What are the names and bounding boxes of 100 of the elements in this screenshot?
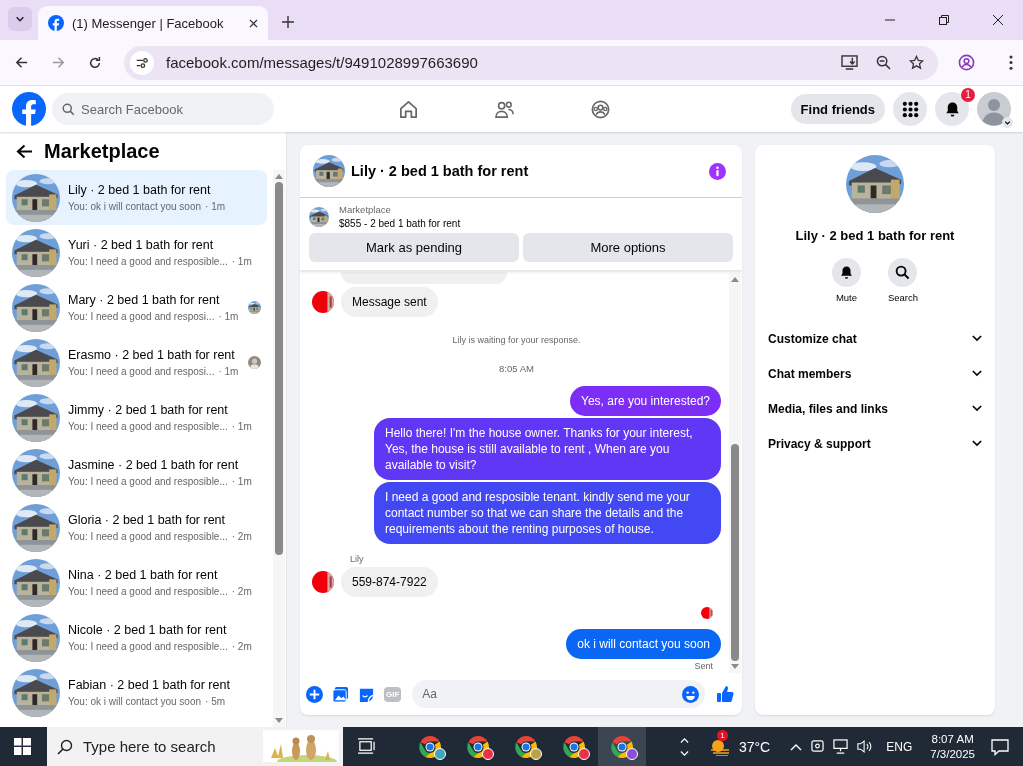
section-row[interactable]: Media, files and links: [755, 391, 995, 426]
message-bubble: ok i will contact you soon: [566, 629, 721, 659]
section-row[interactable]: Privacy & support: [755, 426, 995, 461]
chat-item[interactable]: Fabian · 2 bed 1 bath for rent You: ok i will contact you soon · 5m: [6, 665, 267, 720]
chat-time: · 2m: [231, 586, 252, 597]
account-button[interactable]: [977, 92, 1011, 126]
star-icon[interactable]: [909, 55, 924, 70]
message-bubble: Yes, are you interested?: [570, 386, 721, 416]
back-icon[interactable]: [14, 55, 29, 70]
chat-name: Jimmy · 2 bed 1 bath for rent: [68, 403, 229, 417]
chat-item[interactable]: Jasmine · 2 bed 1 bath for rent You: I need a good and resposible... · 1m: [6, 445, 267, 500]
info-icon[interactable]: [709, 162, 726, 180]
chat-preview: You: ok i will contact you soon: [68, 201, 202, 212]
install-app-icon[interactable]: [841, 55, 858, 70]
clock[interactable]: 8:07 AM 7/3/2025: [930, 731, 975, 762]
scroll-bar[interactable]: [273, 170, 285, 727]
close-icon[interactable]: [993, 15, 1003, 25]
message-bubble: I need a good and resposible tenant. kindly send me your contact number so that we can share the details and the requirements about the renting purposes of house.: [374, 482, 721, 544]
chat-notice: Lily is waiting for your response.: [452, 335, 581, 345]
chat-name: Gloria · 2 bed 1 bath for rent: [68, 513, 227, 527]
menu-button[interactable]: [893, 92, 927, 126]
message-status: Sent: [694, 661, 713, 671]
restore-icon[interactable]: [939, 15, 949, 25]
zoom-out-icon[interactable]: [876, 55, 891, 70]
find-friends-button[interactable]: Find friends: [790, 94, 885, 124]
search-icon: [57, 739, 73, 755]
task-view-icon[interactable]: [357, 738, 376, 755]
message-bubble: Hello there! I'm the house owner. Thanks for your interest, Yes, the house is still available to rent , When are you available to visit?: [374, 418, 721, 480]
emoji-icon[interactable]: [682, 686, 699, 703]
mute-button[interactable]: [831, 258, 861, 287]
scroll-down-icon: [275, 718, 283, 723]
message-bubble: Message sent: [341, 287, 438, 317]
chat-name: Mary · 2 bed 1 bath for rent: [68, 293, 221, 307]
chat-preview: You: I need a good and resposi...: [68, 366, 215, 377]
facebook-logo-icon[interactable]: [12, 92, 46, 126]
notifications-button[interactable]: [935, 92, 969, 126]
profile-icon[interactable]: [958, 54, 975, 71]
site-settings-icon[interactable]: [130, 50, 154, 75]
camera-icon[interactable]: [811, 739, 825, 754]
chat-item[interactable]: Lily · 2 bed 1 bath for rent You: ok i will contact you soon · 1m: [6, 170, 267, 225]
chat-preview: You: I need a good and resposi...: [68, 311, 215, 322]
home-icon[interactable]: [398, 98, 419, 120]
tab-search-button[interactable]: [8, 7, 32, 31]
chat-time: · 1m: [231, 256, 252, 267]
chat-name: Jasmine · 2 bed 1 bath for rent: [68, 458, 240, 472]
bell-icon: [838, 265, 854, 280]
search-field[interactable]: Search Facebook: [52, 93, 274, 125]
chat-preview: You: I need a good and resposible...: [68, 586, 228, 597]
language-indicator[interactable]: ENG: [886, 739, 913, 754]
section-row[interactable]: Chat members: [755, 356, 995, 391]
chat-time: · 2m: [231, 531, 252, 542]
taskbar-search-field[interactable]: Type here to search: [47, 727, 263, 766]
chevron-up-icon[interactable]: [790, 742, 803, 751]
reload-icon[interactable]: [88, 55, 102, 70]
chat-time: · 2m: [231, 641, 252, 652]
network-icon[interactable]: [833, 739, 849, 754]
chat-preview: You: I need a good and resposible...: [68, 256, 228, 267]
action-label: Mute: [835, 292, 857, 303]
search-icon: [62, 103, 75, 116]
back-arrow-icon[interactable]: [16, 143, 33, 159]
groups-icon[interactable]: [590, 98, 611, 120]
speaker-icon[interactable]: [857, 739, 874, 754]
photo-icon[interactable]: [332, 685, 349, 703]
listing-source: Marketplace: [339, 204, 392, 215]
chat-time: · 1m: [231, 421, 252, 432]
forward-icon[interactable]: [51, 55, 66, 70]
chat-item[interactable]: Nicole · 2 bed 1 bath for rent You: I need a good and resposible... · 2m: [6, 610, 267, 665]
browser-tab[interactable]: (1) Messenger | Facebook: [38, 6, 268, 40]
message-bubble: 559-874-7922: [341, 567, 438, 597]
sun-icon: [708, 737, 731, 756]
action-button[interactable]: More options: [523, 233, 733, 262]
notification-center-icon[interactable]: [991, 737, 1009, 756]
new-tab-icon[interactable]: [282, 16, 294, 28]
message-field[interactable]: Aa: [412, 680, 705, 708]
chat-item[interactable]: Mary · 2 bed 1 bath for rent You: I need a good and resposi... · 1m: [6, 280, 267, 335]
scroll-bar[interactable]: [729, 273, 741, 673]
chat-item[interactable]: Jimmy · 2 bed 1 bath for rent You: I need a good and resposible... · 1m: [6, 390, 267, 445]
chat-time: · 1m: [218, 311, 239, 322]
chat-preview: You: I need a good and resposible...: [68, 421, 228, 432]
windows-start-icon[interactable]: [14, 738, 31, 755]
chat-name: Nina · 2 bed 1 bath for rent: [68, 568, 219, 582]
chat-item[interactable]: Nina · 2 bed 1 bath for rent You: I need a good and resposible... · 2m: [6, 555, 267, 610]
chat-item[interactable]: Erasmo · 2 bed 1 bath for rent You: I need a good and resposi... · 1m: [6, 335, 267, 390]
close-icon[interactable]: [249, 18, 258, 28]
chat-name: Fabian · 2 bed 1 bath for rent: [68, 678, 231, 692]
chat-item[interactable]: Yuri · 2 bed 1 bath for rent You: I need a good and resposible... · 1m: [6, 225, 267, 280]
thumbs-up-icon[interactable]: [716, 685, 734, 703]
chat-item[interactable]: Gloria · 2 bed 1 bath for rent You: I need a good and resposible... · 2m: [6, 500, 267, 555]
chat-preview: You: I need a good and resposible...: [68, 476, 228, 487]
search-button[interactable]: [888, 258, 918, 287]
chat-time: · 1m: [205, 201, 226, 212]
address-field[interactable]: facebook.com/messages/t/9491028997663690: [124, 45, 938, 80]
section-row[interactable]: Customize chat: [755, 321, 995, 356]
plus-icon[interactable]: [306, 685, 323, 703]
facebook-logo-icon: [48, 15, 64, 31]
chat-name: Erasmo · 2 bed 1 bath for rent: [68, 348, 236, 362]
action-button[interactable]: Mark as pending: [309, 233, 519, 262]
chat-preview: You: I need a good and resposible...: [68, 641, 228, 652]
chrome-app-button[interactable]: [598, 727, 646, 766]
more-options-icon[interactable]: [1009, 55, 1013, 70]
